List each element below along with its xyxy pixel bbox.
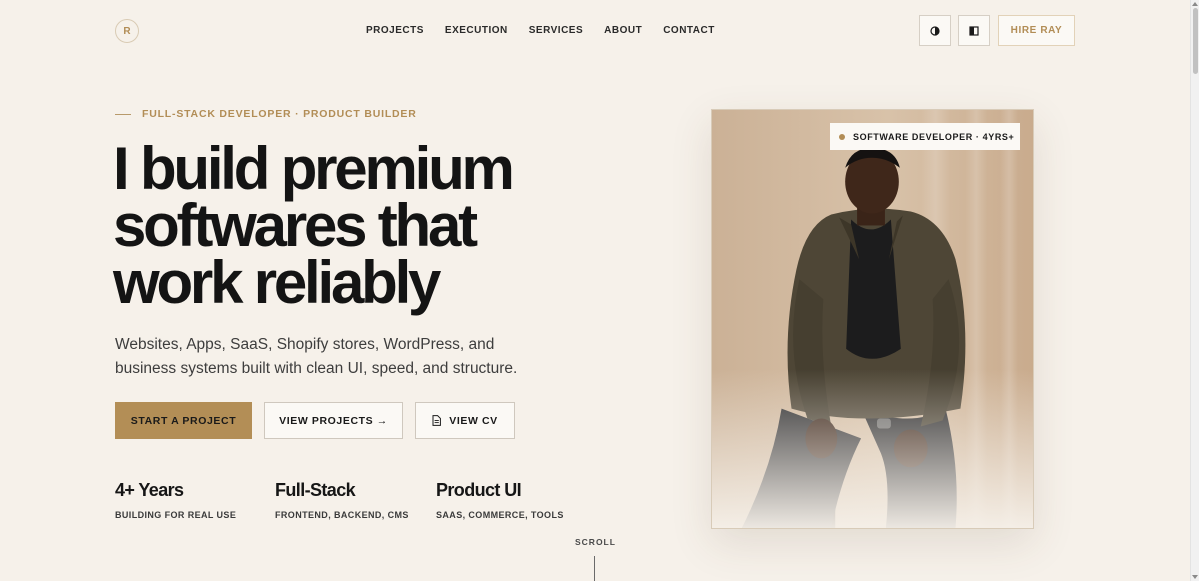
layout-toggle-button[interactable] (958, 15, 990, 46)
logo[interactable]: R (115, 19, 139, 43)
badge-text: SOFTWARE DEVELOPER · 4YRS+ (853, 131, 1015, 142)
stat-label: BUILDING FOR REAL USE (115, 510, 237, 520)
portrait-badge: SOFTWARE DEVELOPER · 4YRS+ (830, 123, 1020, 150)
page-scrollbar[interactable] (1190, 0, 1199, 581)
hire-button[interactable]: HIRE RAY (998, 15, 1075, 46)
stat-value: Full-Stack (275, 480, 356, 500)
main-nav: PROJECTS EXECUTION SERVICES ABOUT CONTAC… (366, 25, 715, 36)
stat-label: SAAS, COMMERCE, TOOLS (436, 510, 564, 520)
eyebrow-text: FULL-STACK DEVELOPER · PRODUCT BUILDER (142, 108, 417, 120)
scroll-indicator-label[interactable]: SCROLL (575, 537, 616, 547)
scroll-up-arrow-icon[interactable] (1192, 2, 1198, 6)
scroll-indicator-line (594, 556, 595, 581)
badge-dot (839, 133, 845, 140)
view-cv-label: VIEW CV (449, 414, 498, 427)
hero-eyebrow: FULL-STACK DEVELOPER · PRODUCT BUILDER (115, 108, 417, 120)
hero-subtitle: Websites, Apps, SaaS, Shopify stores, Wo… (115, 336, 518, 377)
view-projects-label: VIEW PROJECTS → (279, 414, 388, 427)
start-project-button[interactable]: START A PROJECT (115, 402, 252, 439)
scroll-down-arrow-icon[interactable] (1192, 575, 1198, 579)
stat-value: Product UI (436, 480, 522, 500)
nav-projects[interactable]: PROJECTS (366, 25, 424, 36)
stat-fullstack: Full-Stack FRONTEND, BACKEND, CMS (275, 480, 409, 520)
theme-toggle-button[interactable] (919, 15, 951, 46)
stat-value: 4+ Years (115, 480, 184, 500)
page: R PROJECTS EXECUTION SERVICES ABOUT CONT… (0, 0, 1190, 581)
nav-services[interactable]: SERVICES (529, 25, 583, 36)
stat-label: FRONTEND, BACKEND, CMS (275, 510, 409, 520)
nav-about[interactable]: ABOUT (604, 25, 642, 36)
nav-contact[interactable]: CONTACT (663, 25, 715, 36)
eyebrow-rule (115, 113, 131, 115)
view-cv-button[interactable]: VIEW CV (415, 402, 515, 439)
headline-line-3: work reliably (113, 249, 441, 316)
headline-line-2: softwares that (113, 192, 478, 259)
headline-line-1: I build premium (113, 135, 515, 202)
half-square-icon (969, 25, 979, 36)
contrast-icon (930, 25, 940, 36)
stat-product-ui: Product UI SAAS, COMMERCE, TOOLS (436, 480, 564, 520)
hero-headline: I build premium softwares that work reli… (113, 135, 583, 316)
portrait-illustration (712, 110, 1033, 528)
view-projects-button[interactable]: VIEW PROJECTS → (264, 402, 403, 439)
start-project-label: START A PROJECT (130, 414, 237, 427)
scrollbar-thumb[interactable] (1193, 8, 1198, 74)
stat-years: 4+ Years BUILDING FOR REAL USE (115, 480, 236, 520)
nav-execution[interactable]: EXECUTION (445, 25, 508, 36)
document-icon (432, 415, 442, 426)
portrait-photo (711, 109, 1034, 529)
